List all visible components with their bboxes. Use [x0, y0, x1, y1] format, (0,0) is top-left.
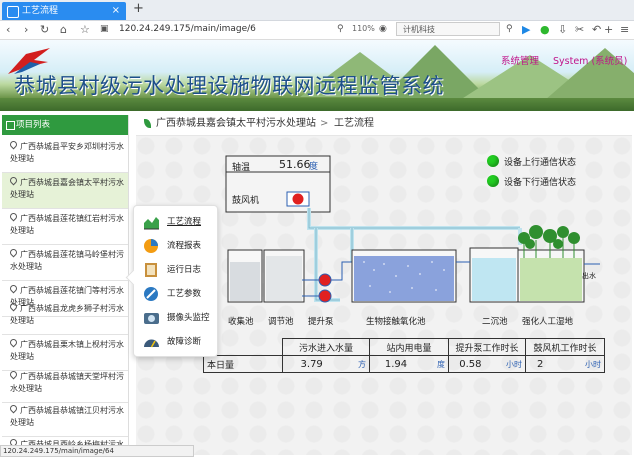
table-header-row: 污水进入水量 站内用电量 提升泵工作时长 鼓风机工作时长 — [203, 338, 605, 356]
row-label: 本日量 — [203, 355, 283, 373]
table-header-cell: 提升泵工作时长 — [448, 338, 526, 356]
bio-tank-label: 生物接触氧化池 — [366, 317, 426, 327]
power-unit: 度 — [422, 355, 450, 373]
menu-item-label: 工艺参数 — [167, 289, 202, 299]
shaft-temp-unit: 度 — [309, 162, 319, 172]
uplink-status-indicator — [487, 155, 499, 167]
chart-area-icon — [144, 217, 159, 230]
downlink-status-label: 设备下行通信状态 — [504, 178, 577, 188]
table-header-cell: 污水进入水量 — [282, 338, 370, 356]
station-popup-menu: 工艺流程 流程报表 运行日志 工艺参数 摄像头监控 故障诊断 — [133, 205, 218, 357]
table-row: 本日量 3.79 方 1.94 度 0.58 小时 2 小时 — [203, 355, 606, 373]
menu-item-camera[interactable]: 摄像头监控 — [140, 308, 214, 328]
daily-stats-table: 污水进入水量 站内用电量 提升泵工作时长 鼓风机工作时长 本日量 3.79 方 … — [203, 338, 606, 373]
menu-item-flow-report[interactable]: 流程报表 — [140, 236, 214, 256]
shaft-temp-label: 轴温 — [232, 163, 251, 173]
menu-item-fault-diagnosis[interactable]: 故障诊断 — [140, 332, 214, 352]
menu-item-process-flow[interactable]: 工艺流程 — [140, 212, 214, 232]
menu-item-run-log[interactable]: 运行日志 — [140, 260, 214, 280]
pump-hours-unit: 小时 — [491, 355, 526, 373]
lift-pump-label: 提升泵 — [308, 317, 334, 327]
gauge-icon — [144, 339, 159, 348]
menu-item-label: 摄像头监控 — [167, 313, 210, 323]
outlet-label: 出水 — [582, 272, 596, 280]
menu-item-label: 流程报表 — [167, 241, 202, 251]
menu-item-label: 故障诊断 — [167, 337, 202, 347]
menu-item-process-params[interactable]: 工艺参数 — [140, 284, 214, 304]
inflow-value: 3.79 — [282, 355, 341, 373]
pump-hours-value: 0.58 — [447, 355, 492, 373]
wrench-gear-icon — [144, 287, 158, 301]
pie-chart-icon — [144, 239, 158, 253]
inflow-unit: 方 — [340, 355, 371, 373]
blower-hours-unit: 小时 — [554, 355, 606, 373]
log-book-icon — [145, 263, 157, 277]
blower-label: 鼓风机 — [232, 196, 260, 206]
table-header-cell: 站内用电量 — [369, 338, 449, 356]
process-schematic — [225, 155, 600, 303]
browser-status-bar: 120.24.249.175/main/image/64 — [0, 445, 194, 457]
adjust-tank-label: 调节池 — [268, 317, 294, 327]
downlink-status-indicator — [487, 175, 499, 187]
uplink-status-label: 设备上行通信状态 — [504, 158, 577, 168]
camera-icon — [144, 313, 159, 324]
blower-hours-value: 2 — [525, 355, 555, 373]
secondary-tank-label: 二沉池 — [482, 317, 508, 327]
power-value: 1.94 — [369, 355, 423, 373]
table-header-cell: 鼓风机工作时长 — [525, 338, 605, 356]
menu-item-label: 运行日志 — [167, 265, 202, 275]
collection-tank-label: 收集池 — [228, 317, 254, 327]
wetland-label: 强化人工湿地 — [522, 317, 574, 327]
menu-item-label: 工艺流程 — [167, 217, 202, 227]
shaft-temp-value: 51.66 — [279, 158, 311, 171]
